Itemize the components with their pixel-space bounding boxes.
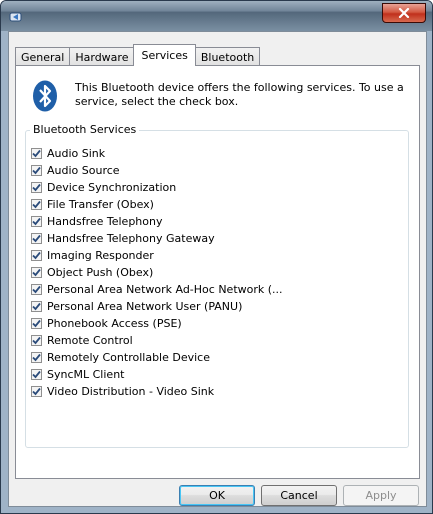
group-title: Bluetooth Services <box>30 123 140 136</box>
service-item[interactable]: Personal Area Network Ad-Hoc Network (..… <box>31 281 283 298</box>
tab-services[interactable]: Services <box>133 44 196 66</box>
service-checkbox[interactable] <box>31 216 42 227</box>
service-checkbox[interactable] <box>31 335 42 346</box>
checkmark-icon <box>32 319 41 328</box>
service-checkbox[interactable] <box>31 267 42 278</box>
intro-text: This Bluetooth device offers the followi… <box>75 81 404 108</box>
tab-general[interactable]: General <box>15 47 71 66</box>
service-item[interactable]: File Transfer (Obex) <box>31 196 283 213</box>
service-checkbox[interactable] <box>31 301 42 312</box>
service-item[interactable]: Audio Sink <box>31 145 283 162</box>
service-label: Remote Control <box>47 334 133 347</box>
service-checkbox[interactable] <box>31 165 42 176</box>
service-item[interactable]: Device Synchronization <box>31 179 283 196</box>
apply-button[interactable]: Apply <box>343 485 419 506</box>
service-label: Device Synchronization <box>47 181 177 194</box>
service-label: SyncML Client <box>47 368 125 381</box>
service-item[interactable]: Object Push (Obex) <box>31 264 283 281</box>
service-label: Imaging Responder <box>47 249 154 262</box>
service-label: Personal Area Network Ad-Hoc Network (..… <box>47 283 283 296</box>
dialog-client-area: General Hardware Services Bluetooth This… <box>8 31 427 507</box>
service-list: Audio Sink Audio Source Device Synchroniza… <box>31 145 283 400</box>
checkmark-icon <box>32 166 41 175</box>
checkmark-icon <box>32 387 41 396</box>
service-item[interactable]: Audio Source <box>31 162 283 179</box>
tab-hardware[interactable]: Hardware <box>69 47 135 66</box>
properties-window: General Hardware Services Bluetooth This… <box>0 0 433 514</box>
checkmark-icon <box>32 285 41 294</box>
bluetooth-device-icon <box>9 12 22 22</box>
service-label: Object Push (Obex) <box>47 266 154 279</box>
checkmark-icon <box>32 268 41 277</box>
service-item[interactable]: Handsfree Telephony <box>31 213 283 230</box>
services-panel: This Bluetooth device offers the followi… <box>15 65 420 479</box>
checkmark-icon <box>32 200 41 209</box>
service-label: Handsfree Telephony Gateway <box>47 232 215 245</box>
service-checkbox[interactable] <box>31 318 42 329</box>
service-checkbox[interactable] <box>31 199 42 210</box>
service-checkbox[interactable] <box>31 352 42 363</box>
service-item[interactable]: Phonebook Access (PSE) <box>31 315 283 332</box>
service-item[interactable]: Video Distribution - Video Sink <box>31 383 283 400</box>
service-label: Handsfree Telephony <box>47 215 163 228</box>
service-item[interactable]: Remotely Controllable Device <box>31 349 283 366</box>
checkmark-icon <box>32 183 41 192</box>
title-bar[interactable] <box>1 1 432 31</box>
checkmark-icon <box>32 302 41 311</box>
service-checkbox[interactable] <box>31 182 42 193</box>
service-item[interactable]: Personal Area Network User (PANU) <box>31 298 283 315</box>
service-checkbox[interactable] <box>31 233 42 244</box>
checkmark-icon <box>32 370 41 379</box>
service-label: Remotely Controllable Device <box>47 351 210 364</box>
service-checkbox[interactable] <box>31 148 42 159</box>
ok-button[interactable]: OK <box>179 485 255 506</box>
checkmark-icon <box>32 336 41 345</box>
service-item[interactable]: Remote Control <box>31 332 283 349</box>
service-label: Audio Sink <box>47 147 106 160</box>
service-label: File Transfer (Obex) <box>47 198 154 211</box>
service-item[interactable]: Imaging Responder <box>31 247 283 264</box>
service-item[interactable]: Handsfree Telephony Gateway <box>31 230 283 247</box>
checkmark-icon <box>32 217 41 226</box>
service-label: Video Distribution - Video Sink <box>47 385 215 398</box>
checkmark-icon <box>32 353 41 362</box>
service-checkbox[interactable] <box>31 284 42 295</box>
bluetooth-services-group: Bluetooth Services Audio Sink Audio Sourc… <box>25 123 409 448</box>
service-label: Audio Source <box>47 164 120 177</box>
intro: This Bluetooth device offers the followi… <box>32 80 412 116</box>
service-item[interactable]: SyncML Client <box>31 366 283 383</box>
service-label: Personal Area Network User (PANU) <box>47 300 243 313</box>
bluetooth-icon <box>33 80 57 112</box>
service-checkbox[interactable] <box>31 386 42 397</box>
service-checkbox[interactable] <box>31 250 42 261</box>
service-checkbox[interactable] <box>31 369 42 380</box>
cancel-button[interactable]: Cancel <box>261 485 337 506</box>
checkmark-icon <box>32 251 41 260</box>
checkmark-icon <box>32 234 41 243</box>
close-button[interactable] <box>382 3 426 23</box>
service-label: Phonebook Access (PSE) <box>47 317 182 330</box>
tab-strip: General Hardware Services Bluetooth <box>15 44 261 66</box>
tab-bluetooth[interactable]: Bluetooth <box>194 47 261 66</box>
close-icon <box>398 8 410 18</box>
checkmark-icon <box>32 149 41 158</box>
